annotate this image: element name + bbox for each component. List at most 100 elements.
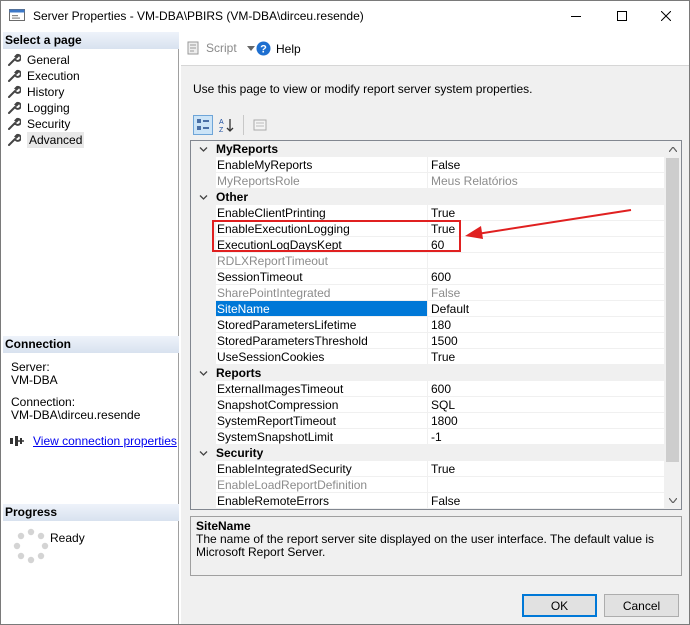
- property-name: EnableExecutionLogging: [216, 221, 428, 237]
- view-connection-properties[interactable]: View connection properties: [9, 434, 177, 448]
- chevron-down-icon[interactable]: [246, 45, 255, 51]
- property-help-panel: SiteName The name of the report server s…: [190, 516, 682, 576]
- property-value[interactable]: True: [428, 205, 665, 221]
- property-value[interactable]: Default: [428, 301, 665, 317]
- category-name: MyReports: [216, 142, 279, 156]
- left-pane: Select a page General Execution History …: [3, 32, 179, 624]
- page-item-general[interactable]: General: [7, 52, 84, 68]
- help-icon: ?: [256, 41, 271, 56]
- property-row[interactable]: StoredParametersThreshold 1500: [191, 333, 665, 349]
- page-item-advanced[interactable]: Advanced: [7, 132, 85, 148]
- page-item-label: History: [27, 85, 65, 99]
- page-item-logging[interactable]: Logging: [7, 100, 84, 116]
- close-button[interactable]: [643, 1, 689, 31]
- cancel-button[interactable]: Cancel: [604, 594, 679, 617]
- property-value[interactable]: True: [428, 221, 665, 237]
- collapse-toggle[interactable]: [191, 141, 216, 157]
- property-value[interactable]: True: [428, 349, 665, 365]
- property-name: StoredParametersThreshold: [216, 333, 428, 349]
- chevron-down-icon: [199, 450, 208, 456]
- property-row[interactable]: ExternalImagesTimeout 600: [191, 381, 665, 397]
- page-list: General Execution History Logging Securi…: [7, 52, 85, 148]
- svg-text:Z: Z: [219, 127, 224, 133]
- view-connection-properties-link[interactable]: View connection properties: [33, 434, 177, 448]
- minimize-button[interactable]: [553, 1, 599, 31]
- main-content: Use this page to view or modify report s…: [181, 65, 689, 585]
- categorized-button[interactable]: [193, 115, 213, 135]
- category-row[interactable]: Security: [191, 445, 665, 461]
- property-value[interactable]: 180: [428, 317, 665, 333]
- property-row[interactable]: SiteName Default: [191, 301, 665, 317]
- maximize-button[interactable]: [599, 1, 645, 31]
- help-button[interactable]: ? Help: [256, 41, 301, 56]
- scroll-up-button[interactable]: [664, 141, 681, 158]
- property-grid-rows: MyReports EnableMyReports False MyReportsRo…: [191, 141, 665, 509]
- property-value[interactable]: 600: [428, 381, 665, 397]
- category-row[interactable]: MyReports: [191, 141, 665, 157]
- property-name: EnableIntegratedSecurity: [216, 461, 428, 477]
- property-grid[interactable]: MyReports EnableMyReports False MyReportsRo…: [190, 140, 682, 510]
- property-value[interactable]: -1: [428, 429, 665, 445]
- property-value[interactable]: 1500: [428, 333, 665, 349]
- category-name: Reports: [216, 366, 262, 380]
- property-name: EnableRemoteErrors: [216, 493, 428, 509]
- title-bar[interactable]: Server Properties - VM-DBA\PBIRS (VM-DBA…: [1, 1, 689, 31]
- property-row[interactable]: EnableLoadReportDefinition: [191, 477, 665, 493]
- server-properties-dialog: Server Properties - VM-DBA\PBIRS (VM-DBA…: [0, 0, 690, 625]
- property-row[interactable]: EnableMyReports False: [191, 157, 665, 173]
- property-row[interactable]: SystemSnapshotLimit -1: [191, 429, 665, 445]
- property-row[interactable]: EnableClientPrinting True: [191, 205, 665, 221]
- page-item-history[interactable]: History: [7, 84, 84, 100]
- property-row[interactable]: EnableExecutionLogging True: [191, 221, 665, 237]
- property-row[interactable]: UseSessionCookies True: [191, 349, 665, 365]
- property-value[interactable]: 1800: [428, 413, 665, 429]
- property-name: EnableLoadReportDefinition: [216, 477, 428, 493]
- page-item-label: Security: [27, 117, 71, 131]
- page-item-security[interactable]: Security: [7, 116, 84, 132]
- page-item-label: General: [27, 53, 70, 67]
- property-row[interactable]: RDLXReportTimeout: [191, 253, 665, 269]
- property-value[interactable]: False: [428, 493, 665, 509]
- property-row[interactable]: MyReportsRole Meus Relatórios: [191, 173, 665, 189]
- category-row[interactable]: Reports: [191, 365, 665, 381]
- wrench-icon: [8, 101, 21, 114]
- property-name: EnableClientPrinting: [216, 205, 428, 221]
- alphabetical-button[interactable]: AZ: [217, 115, 237, 135]
- property-row[interactable]: ExecutionLogDaysKept 60: [191, 237, 665, 253]
- wrench-icon: [8, 133, 21, 146]
- property-row[interactable]: EnableIntegratedSecurity True: [191, 461, 665, 477]
- sort-alphabetical-icon: AZ: [219, 119, 234, 133]
- collapse-toggle[interactable]: [191, 365, 216, 381]
- property-value[interactable]: False: [428, 157, 665, 173]
- category-name: Security: [216, 446, 264, 460]
- chevron-down-icon: [199, 370, 208, 376]
- dialog-toolbar: Script ? Help: [181, 32, 689, 65]
- property-value[interactable]: True: [428, 461, 665, 477]
- select-page-header: Select a page: [3, 32, 179, 49]
- collapse-toggle[interactable]: [191, 189, 216, 205]
- property-row[interactable]: SessionTimeout 600: [191, 269, 665, 285]
- property-pages-button[interactable]: [250, 115, 270, 135]
- ok-button[interactable]: OK: [522, 594, 597, 617]
- property-value: [428, 477, 665, 493]
- property-value[interactable]: 600: [428, 269, 665, 285]
- property-name: SnapshotCompression: [216, 397, 428, 413]
- property-value: Meus Relatórios: [428, 173, 665, 189]
- property-row[interactable]: SystemReportTimeout 1800: [191, 413, 665, 429]
- property-row[interactable]: EnableRemoteErrors False: [191, 493, 665, 509]
- property-value: False: [428, 285, 665, 301]
- chevron-down-icon: [199, 146, 208, 152]
- property-name: SystemSnapshotLimit: [216, 429, 428, 445]
- property-value[interactable]: SQL: [428, 397, 665, 413]
- script-button[interactable]: Script: [187, 41, 255, 55]
- vertical-scrollbar[interactable]: [664, 141, 681, 509]
- property-row[interactable]: SharePointIntegrated False: [191, 285, 665, 301]
- category-row[interactable]: Other: [191, 189, 665, 205]
- property-value[interactable]: 60: [428, 237, 665, 253]
- scroll-thumb[interactable]: [666, 158, 679, 462]
- scroll-down-button[interactable]: [664, 492, 681, 509]
- collapse-toggle[interactable]: [191, 445, 216, 461]
- property-row[interactable]: SnapshotCompression SQL: [191, 397, 665, 413]
- property-row[interactable]: StoredParametersLifetime 180: [191, 317, 665, 333]
- page-item-execution[interactable]: Execution: [7, 68, 84, 84]
